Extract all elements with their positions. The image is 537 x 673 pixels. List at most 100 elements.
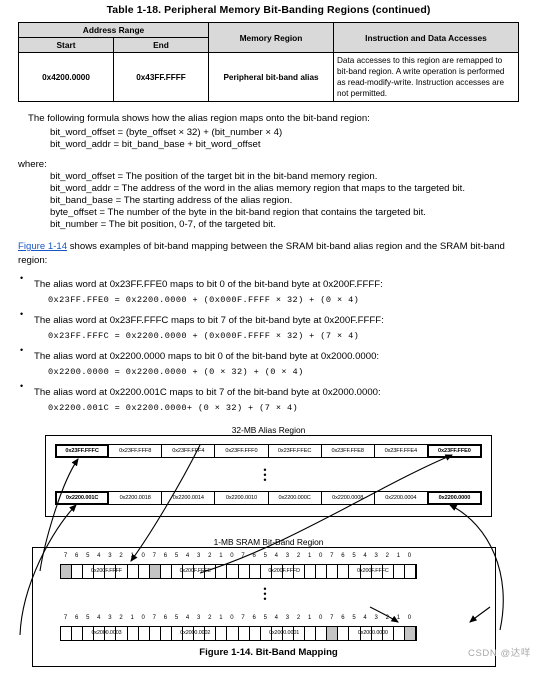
bit-cell — [149, 564, 161, 578]
where-label: where: — [18, 159, 47, 171]
alias-address-cell: 0x2200.0010 — [215, 491, 269, 504]
bit-number-label: 5 — [86, 614, 90, 621]
bit-cell — [183, 564, 195, 578]
bit-number-label: 6 — [74, 552, 79, 559]
table-title: Table 1-18. Peripheral Memory Bit-Bandin… — [106, 4, 431, 16]
bit-number-label: 0 — [407, 614, 412, 621]
bit-cell — [83, 564, 95, 578]
list-item: The alias word at 0x2200.0000 maps to bi… — [16, 345, 519, 377]
bit-cell — [282, 626, 294, 640]
figure-bit-band-mapping: 32-MB Alias Region 0x23FF.FFFC 0x23FF.FFF… — [0, 424, 537, 673]
bit-cell — [127, 564, 139, 578]
bit-number-label: 4 — [97, 552, 101, 559]
bit-cell — [216, 564, 228, 578]
bit-number-label: 1 — [130, 552, 134, 559]
bullet-text: The alias word at 0x23FF.FFE0 maps to bi… — [34, 278, 383, 290]
alias-address-cell: 0x2200.001C — [56, 491, 110, 504]
definition-byte-offset: byte_offset = The number of the byte in … — [50, 207, 426, 219]
bit-number-label: 5 — [263, 552, 267, 559]
bit-cell — [227, 564, 239, 578]
cell-accesses-description: Data accesses to this region are remappe… — [333, 51, 519, 103]
bit-number-label: 6 — [341, 614, 345, 621]
bit-number-label: 4 — [274, 614, 278, 621]
alias-row-bottom: 0x2200.001C 0x2200.0018 0x2200.0014 0x2200.… — [55, 490, 482, 505]
bit-cell — [127, 626, 139, 640]
alias-address-cell: 0x2200.0004 — [375, 491, 428, 504]
bit-number-label: 2 — [208, 614, 212, 621]
bit-number-label: 2 — [385, 614, 389, 621]
alias-address-cell: 0x2200.0018 — [109, 491, 163, 504]
bit-number-label: 1 — [307, 552, 312, 559]
bit-cell — [305, 626, 317, 640]
bit-number-label: 7 — [330, 614, 334, 621]
bullet-equation: 0x23FF.FFFC = 0x2200.0000 + (0x000F.FFFF… — [48, 330, 360, 341]
bit-cell — [116, 564, 128, 578]
bit-number-label: 3 — [285, 552, 290, 559]
bit-number-label: 5 — [352, 552, 356, 559]
bit-cell — [72, 626, 84, 640]
bit-number-label: 3 — [108, 614, 112, 621]
bit-number-label: 7 — [152, 552, 156, 559]
bit-cell — [371, 564, 383, 578]
bit-cell — [293, 626, 306, 640]
intro-paragraph: The following formula shows how the alia… — [28, 113, 370, 125]
bit-number-label: 2 — [119, 614, 123, 621]
list-item: The alias word at 0x23FF.FFE0 maps to bi… — [16, 273, 519, 305]
bit-number-label: 5 — [86, 552, 90, 559]
bit-number-label: 3 — [374, 552, 378, 559]
bullet-equation: 0x2200.0000 = 0x2200.0000 + (0 × 32) + (… — [48, 366, 304, 377]
bit-cell — [216, 626, 228, 640]
bit-cell — [171, 564, 184, 578]
bit-number-label: 4 — [363, 614, 367, 621]
bitband-region-label: 1-MB SRAM Bit-Band Region — [0, 536, 537, 547]
bit-cell — [61, 626, 73, 640]
bit-cell — [160, 564, 172, 578]
header-instruction-and-data-accesses: Instruction and Data Accesses — [333, 22, 519, 53]
bit-cell — [393, 564, 405, 578]
alias-address-cell: 0x23FF.FFEC — [269, 444, 322, 457]
bit-cell — [194, 626, 206, 640]
cell-memory-region: Peripheral bit-band alias — [208, 51, 334, 103]
alias-address-cell: 0x2200.000C — [269, 491, 322, 504]
bit-number-label: 3 — [285, 614, 290, 621]
bit-number-label: 4 — [185, 552, 190, 559]
bit-number-label: 3 — [374, 614, 378, 621]
header-end: End — [113, 37, 209, 53]
bit-cell — [205, 626, 217, 640]
bit-cell — [327, 626, 339, 640]
bit-cell — [138, 626, 150, 640]
bit-number-label: 6 — [163, 552, 168, 559]
bit-number-label: 1 — [307, 614, 312, 621]
definition-bit-band-base: bit_band_base = The starting address of … — [50, 195, 293, 207]
definition-bit-word-addr: bit_word_addr = The address of the word … — [50, 183, 465, 195]
bit-cell — [83, 626, 95, 640]
figure-1-14-link[interactable]: Figure 1-14 — [18, 241, 67, 252]
definition-bit-number: bit_number = The bit position, 0-7, of t… — [50, 219, 276, 231]
bit-number-label: 1 — [396, 614, 401, 621]
bit-number-label: 7 — [330, 552, 334, 559]
bit-cell — [72, 564, 84, 578]
bit-number-label: 0 — [319, 552, 323, 559]
bit-number-label: 0 — [141, 614, 145, 621]
bit-cell — [382, 626, 394, 640]
bit-cell — [227, 626, 239, 640]
bullet-text: The alias word at 0x2200.0000 maps to bi… — [34, 350, 380, 362]
figure-caption: Figure 1-14. Bit-Band Mapping — [199, 646, 338, 658]
figure-reference-text: shows examples of bit-band mapping betwe… — [18, 241, 505, 267]
bit-number-label: 3 — [197, 614, 201, 621]
bit-number-label: 4 — [97, 614, 101, 621]
examples-list: The alias word at 0x23FF.FFE0 maps to bi… — [16, 273, 519, 413]
alias-address-cell: 0x2200.0014 — [162, 491, 216, 504]
bit-number-label: 0 — [319, 614, 323, 621]
bit-number-label: 7 — [63, 614, 68, 621]
list-item: The alias word at 0x23FF.FFFC maps to bi… — [16, 309, 519, 341]
bit-number-label: 5 — [263, 614, 267, 621]
bit-cell — [393, 626, 405, 640]
bit-cell — [404, 564, 416, 578]
bit-cell — [338, 564, 350, 578]
bit-cell — [282, 564, 294, 578]
bit-number-label: 3 — [108, 552, 112, 559]
bit-number-label: 2 — [296, 614, 301, 621]
bit-banding-regions-table: Address Range Memory Region Instruction … — [18, 22, 519, 103]
bit-cell — [327, 564, 339, 578]
